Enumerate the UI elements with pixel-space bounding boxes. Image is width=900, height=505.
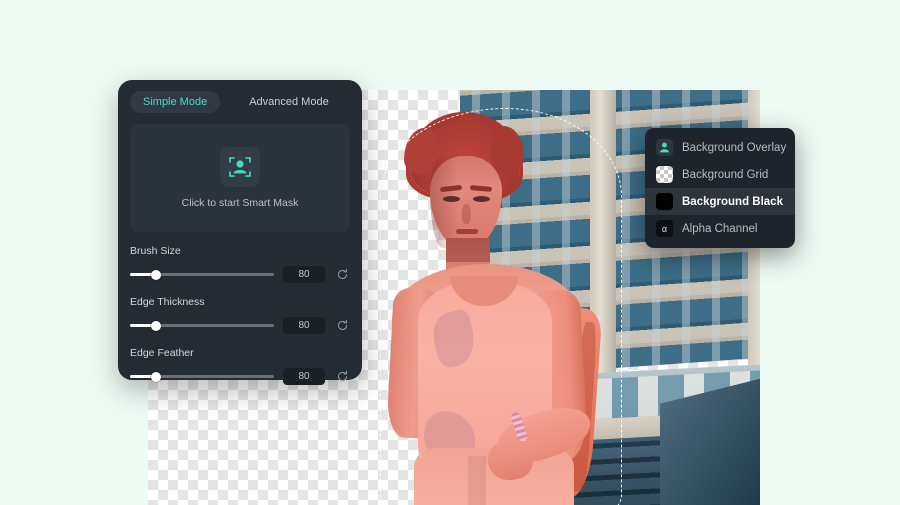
person-in-frame-icon xyxy=(220,147,260,187)
subject-person xyxy=(384,112,614,505)
slider-knob-brush-size[interactable] xyxy=(150,269,161,280)
slider-brush-size[interactable] xyxy=(130,269,274,280)
smart-mask-card[interactable]: Click to start Smart Mask xyxy=(130,124,350,232)
slider-group-brush-size: Brush Size 80 xyxy=(130,245,350,283)
slider-group-edge-feather: Edge Feather 80 xyxy=(130,347,350,385)
reset-icon-edge-thickness[interactable] xyxy=(334,318,350,334)
tab-advanced-mode[interactable]: Advanced Mode xyxy=(236,91,342,113)
black-square-swatch-icon xyxy=(656,193,673,210)
skirt-fold xyxy=(468,456,486,505)
hair-tuft-right xyxy=(490,126,524,176)
person-overlay-swatch-icon xyxy=(656,139,673,156)
nose xyxy=(462,204,471,224)
menu-item-alpha-channel[interactable]: α Alpha Channel xyxy=(645,215,795,242)
slider-knob-edge-feather[interactable] xyxy=(150,371,161,382)
menu-label-background-grid: Background Grid xyxy=(682,168,769,181)
slider-label-brush-size: Brush Size xyxy=(130,245,181,257)
slider-row-edge-thickness: 80 xyxy=(130,317,350,334)
slider-row-edge-feather: 80 xyxy=(130,368,350,385)
alpha-swatch-icon: α xyxy=(656,220,673,237)
reset-icon-brush-size[interactable] xyxy=(334,267,350,283)
neck-shadow xyxy=(446,238,490,262)
menu-item-background-black[interactable]: Background Black xyxy=(645,188,795,215)
eye-left xyxy=(443,196,460,202)
eye-right xyxy=(473,196,490,202)
menu-label-background-black: Background Black xyxy=(682,195,783,208)
menu-item-background-grid[interactable]: Background Grid xyxy=(645,161,795,188)
slider-edge-feather[interactable] xyxy=(130,371,274,382)
tab-simple-mode[interactable]: Simple Mode xyxy=(130,91,221,113)
reset-icon-edge-feather[interactable] xyxy=(334,369,350,385)
value-input-edge-feather[interactable]: 80 xyxy=(283,368,325,385)
face-shadow xyxy=(430,156,458,248)
slider-label-edge-feather: Edge Feather xyxy=(130,347,194,359)
slider-knob-edge-thickness[interactable] xyxy=(150,320,161,331)
slider-row-brush-size: 80 xyxy=(130,266,350,283)
smart-mask-label: Click to start Smart Mask xyxy=(181,197,299,209)
value-input-brush-size[interactable]: 80 xyxy=(283,266,325,283)
slider-edge-thickness[interactable] xyxy=(130,320,274,331)
mouth xyxy=(456,229,478,234)
mode-tab-bar: Simple Mode Advanced Mode xyxy=(118,80,362,113)
slider-group-edge-thickness: Edge Thickness 80 xyxy=(130,296,350,334)
menu-label-background-overlay: Background Overlay xyxy=(682,141,787,154)
menu-label-alpha-channel: Alpha Channel xyxy=(682,222,758,235)
menu-item-background-overlay[interactable]: Background Overlay xyxy=(645,134,795,161)
mask-control-panel: Simple Mode Advanced Mode Click to start… xyxy=(118,80,362,385)
checkerboard-swatch-icon xyxy=(656,166,673,183)
background-mode-menu: Background Overlay Background Grid Backg… xyxy=(645,128,795,248)
slider-label-edge-thickness: Edge Thickness xyxy=(130,296,205,308)
value-input-edge-thickness[interactable]: 80 xyxy=(283,317,325,334)
